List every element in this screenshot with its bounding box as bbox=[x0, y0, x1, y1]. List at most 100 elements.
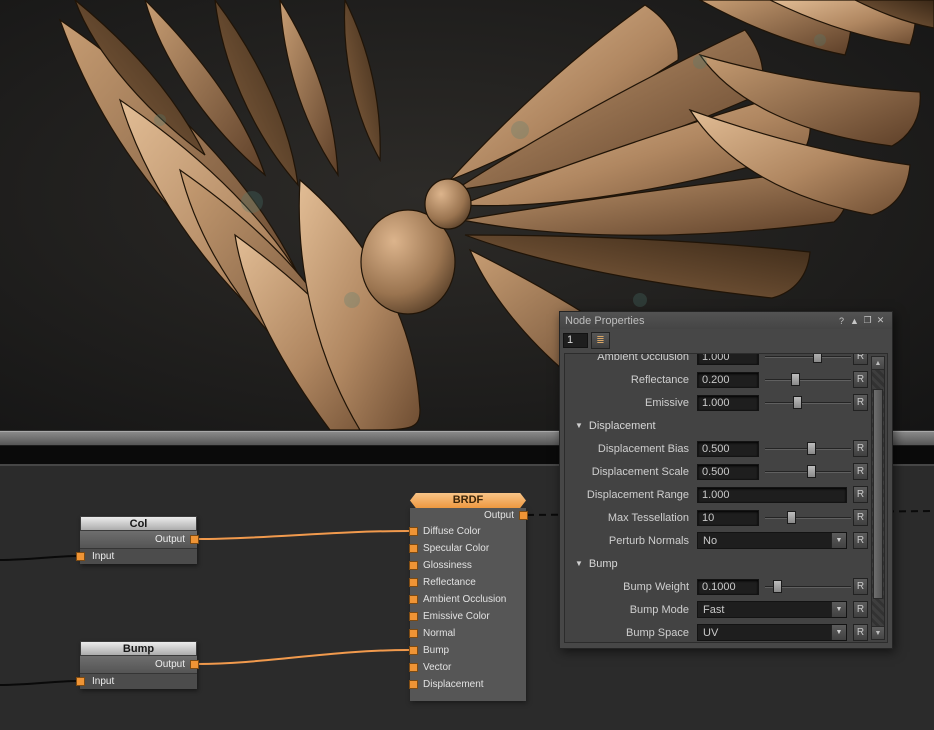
emissive-value-field[interactable]: 1.000 bbox=[697, 395, 759, 411]
node-bump-input-row: Input bbox=[80, 673, 197, 689]
displacement-scale-slider[interactable] bbox=[765, 464, 851, 479]
bump-weight-slider[interactable] bbox=[765, 579, 851, 594]
prop-label: Bump Mode bbox=[567, 604, 695, 616]
node-col-title[interactable]: Col bbox=[80, 516, 197, 531]
displacement-bias-value-field[interactable]: 0.500 bbox=[697, 441, 759, 457]
bump-weight-value-field[interactable]: 0.1000 bbox=[697, 579, 759, 595]
input-label: Vector bbox=[423, 662, 451, 673]
displacement-range-value-field[interactable]: 1.000 bbox=[697, 487, 847, 503]
scrollbar[interactable]: ▲ ▼ bbox=[871, 356, 885, 640]
close-icon[interactable]: ✕ bbox=[874, 315, 887, 326]
reset-button[interactable]: R bbox=[853, 440, 868, 457]
restore-icon[interactable]: ❐ bbox=[861, 315, 874, 326]
prop-label: Bump Space bbox=[567, 627, 695, 639]
bump-space-dropdown[interactable]: UV ▼ bbox=[697, 624, 847, 641]
output-port[interactable] bbox=[190, 660, 199, 669]
ambient-occlusion-value-field[interactable]: 1.000 bbox=[697, 353, 759, 365]
displacement-scale-value-field[interactable]: 0.500 bbox=[697, 464, 759, 480]
prop-label: Bump Weight bbox=[567, 581, 695, 593]
node-col-output-row: Output bbox=[80, 531, 197, 548]
brdf-input-reflectance: Reflectance bbox=[410, 574, 526, 591]
brdf-input-specular-color: Specular Color bbox=[410, 540, 526, 557]
application-window: Col Output Input Bump Output Input BRDF … bbox=[0, 0, 934, 730]
row-displacement-scale: Displacement Scale 0.500 R bbox=[565, 460, 870, 483]
reset-button[interactable]: R bbox=[853, 371, 868, 388]
input-port[interactable] bbox=[409, 527, 418, 536]
index-field[interactable]: 1 bbox=[563, 333, 588, 348]
reset-button[interactable]: R bbox=[853, 394, 868, 411]
reflectance-slider[interactable] bbox=[765, 372, 851, 387]
section-bump[interactable]: ▼ Bump bbox=[565, 552, 870, 575]
panel-title: Node Properties bbox=[565, 315, 645, 327]
input-port[interactable] bbox=[76, 677, 85, 686]
ambient-occlusion-slider[interactable] bbox=[765, 353, 851, 364]
node-brdf-title[interactable]: BRDF bbox=[410, 493, 526, 508]
row-displacement-bias: Displacement Bias 0.500 R bbox=[565, 437, 870, 460]
input-port[interactable] bbox=[409, 629, 418, 638]
node-brdf[interactable]: BRDF Output Diffuse Color Specular Color… bbox=[410, 493, 526, 701]
input-label: Diffuse Color bbox=[423, 526, 481, 537]
input-label: Specular Color bbox=[423, 543, 489, 554]
input-port[interactable] bbox=[409, 680, 418, 689]
output-port[interactable] bbox=[190, 535, 199, 544]
reflectance-value-field[interactable]: 0.200 bbox=[697, 372, 759, 388]
output-label: Output bbox=[155, 659, 185, 670]
dropdown-value: UV bbox=[698, 627, 831, 639]
output-port[interactable] bbox=[519, 511, 528, 520]
input-port[interactable] bbox=[409, 612, 418, 621]
bump-mode-dropdown[interactable]: Fast ▼ bbox=[697, 601, 847, 618]
reset-button[interactable]: R bbox=[853, 601, 868, 618]
reset-button[interactable]: R bbox=[853, 463, 868, 480]
input-port[interactable] bbox=[409, 595, 418, 604]
input-port[interactable] bbox=[76, 552, 85, 561]
displacement-bias-slider[interactable] bbox=[765, 441, 851, 456]
row-max-tessellation: Max Tessellation 10 R bbox=[565, 506, 870, 529]
max-tessellation-value-field[interactable]: 10 bbox=[697, 510, 759, 526]
input-port[interactable] bbox=[409, 544, 418, 553]
reset-button[interactable]: R bbox=[853, 353, 868, 365]
node-bump-output-row: Output bbox=[80, 656, 197, 673]
scroll-down-icon[interactable]: ▼ bbox=[872, 626, 884, 639]
scroll-up-icon[interactable]: ▲ bbox=[872, 357, 884, 370]
brdf-input-diffuse-color: Diffuse Color bbox=[410, 523, 526, 540]
list-button[interactable]: ≣ bbox=[591, 332, 610, 349]
node-bump-title[interactable]: Bump bbox=[80, 641, 197, 656]
prop-label: Max Tessellation bbox=[567, 512, 695, 524]
section-label: Bump bbox=[589, 558, 618, 570]
section-label: Displacement bbox=[589, 420, 656, 432]
reset-button[interactable]: R bbox=[853, 578, 868, 595]
panel-titlebar[interactable]: Node Properties ? ▲ ❐ ✕ bbox=[560, 312, 892, 329]
input-label: Glossiness bbox=[423, 560, 472, 571]
reset-button[interactable]: R bbox=[853, 532, 868, 549]
emissive-slider[interactable] bbox=[765, 395, 851, 410]
node-brdf-body: Output Diffuse Color Specular Color Glos… bbox=[410, 508, 526, 701]
row-bump-weight: Bump Weight 0.1000 R bbox=[565, 575, 870, 598]
input-port[interactable] bbox=[409, 578, 418, 587]
node-bump[interactable]: Bump Output Input bbox=[80, 641, 197, 689]
node-col[interactable]: Col Output Input bbox=[80, 516, 197, 564]
perturb-normals-dropdown[interactable]: No ▼ bbox=[697, 532, 847, 549]
row-perturb-normals: Perturb Normals No ▼ R bbox=[565, 529, 870, 552]
input-port[interactable] bbox=[409, 646, 418, 655]
prop-label: Displacement Scale bbox=[567, 466, 695, 478]
reset-button[interactable]: R bbox=[853, 509, 868, 526]
help-icon[interactable]: ? bbox=[835, 316, 848, 326]
reset-button[interactable]: R bbox=[853, 486, 868, 503]
brdf-input-displacement: Displacement bbox=[410, 676, 526, 693]
section-displacement[interactable]: ▼ Displacement bbox=[565, 414, 870, 437]
shade-icon[interactable]: ▲ bbox=[848, 316, 861, 326]
triangle-down-icon: ▼ bbox=[575, 421, 583, 430]
prop-label: Displacement Bias bbox=[567, 443, 695, 455]
node-properties-panel: Node Properties ? ▲ ❐ ✕ 1 ≣ Ambient Occl… bbox=[559, 311, 893, 649]
reset-button[interactable]: R bbox=[853, 624, 868, 641]
output-label: Output bbox=[484, 510, 514, 521]
input-label: Displacement bbox=[423, 679, 484, 690]
row-emissive: Emissive 1.000 R bbox=[565, 391, 870, 414]
input-port[interactable] bbox=[409, 663, 418, 672]
max-tessellation-slider[interactable] bbox=[765, 510, 851, 525]
dropdown-value: No bbox=[698, 535, 831, 547]
scroll-thumb[interactable] bbox=[873, 389, 883, 599]
row-ambient-occlusion: Ambient Occlusion 1.000 R bbox=[565, 353, 870, 368]
input-port[interactable] bbox=[409, 561, 418, 570]
row-bump-space: Bump Space UV ▼ R bbox=[565, 621, 870, 643]
